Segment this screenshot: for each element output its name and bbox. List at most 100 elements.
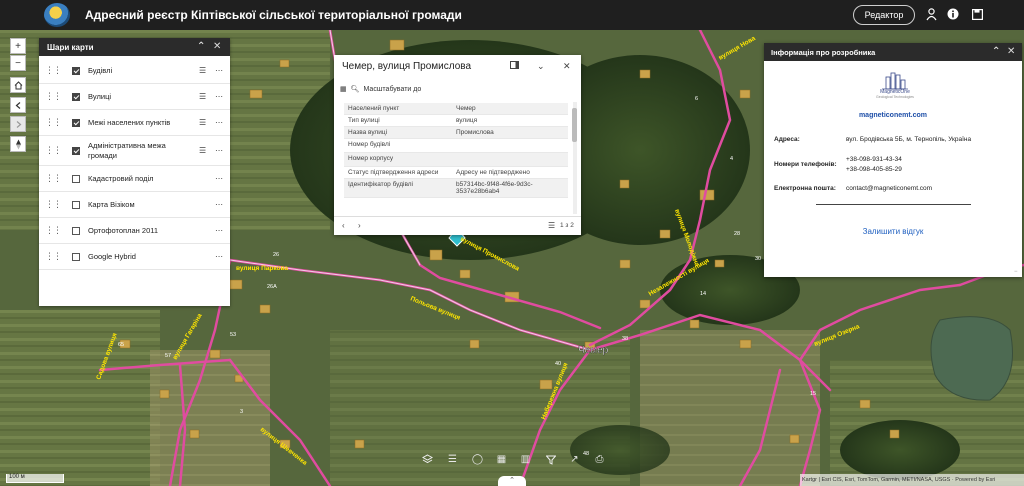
layer-name: Вулиці	[88, 91, 112, 101]
zoom-in-button[interactable]: +	[10, 38, 26, 54]
developer-info-panel: Інформація про розробника ⌃ ✕ MagneticOn…	[764, 43, 1022, 277]
basemap-icon[interactable]: ▦	[494, 452, 509, 467]
drag-handle-icon[interactable]: ⋮⋮	[45, 117, 62, 128]
house-number: 28	[734, 231, 740, 237]
layer-visibility-checkbox[interactable]	[72, 226, 80, 235]
layer-row-streets[interactable]: ⋮⋮ Вулиці ☰ ⋯	[39, 84, 230, 110]
legend-icon[interactable]: ☰	[199, 118, 206, 127]
phone-2[interactable]: +38-098-405-85-29	[846, 166, 902, 173]
phone-1[interactable]: +38-098-931-43-34	[846, 156, 902, 163]
layer-name: Будівлі	[88, 65, 113, 75]
editor-button[interactable]: Редактор	[853, 5, 915, 25]
layer-row-admin-boundary[interactable]: ⋮⋮ Адміністративна межа громади ☰ ⋯	[39, 136, 230, 166]
layer-list-header: Шари карти ⌃ ✕	[39, 38, 230, 56]
close-icon[interactable]: ✕	[213, 41, 221, 52]
layer-row-cadastre[interactable]: ⋮⋮ Кадастровий поділ ⋯	[39, 166, 230, 192]
house-number: 30	[755, 256, 761, 262]
website-link[interactable]: magneticonemt.com	[764, 112, 1022, 119]
share-icon[interactable]: ↗	[567, 452, 582, 467]
layer-name: Ортофотоплан 2011	[88, 225, 159, 235]
layers-icon[interactable]	[420, 452, 435, 467]
phones-label: Номери телефонів:	[774, 161, 837, 168]
collapse-popup-icon[interactable]: ⌄	[537, 61, 545, 72]
list-icon[interactable]: ☰	[445, 452, 460, 467]
house-number: 15	[810, 391, 816, 397]
layer-row-buildings[interactable]: ⋮⋮ Будівлі ☰ ⋯	[39, 58, 230, 84]
layer-name: Межі населених пунктів	[88, 117, 171, 127]
legend-icon[interactable]: ☰	[199, 92, 206, 101]
previous-extent-button[interactable]	[10, 97, 26, 113]
drag-handle-icon[interactable]: ⋮⋮	[45, 199, 62, 210]
house-number: 48	[583, 451, 589, 457]
layer-visibility-checkbox[interactable]	[72, 92, 80, 101]
grid-icon[interactable]: ▦	[340, 85, 347, 93]
drag-handle-icon[interactable]: ⋮⋮	[45, 91, 62, 102]
layer-row-google-hybrid[interactable]: ⋮⋮ Google Hybrid ⋯	[39, 244, 230, 270]
feature-list-icon[interactable]: ☰	[548, 221, 555, 230]
drag-handle-icon[interactable]: ⋮⋮	[45, 173, 62, 184]
address-value: вул. Бродівська 5Б, м. Тернопіль, Україн…	[846, 136, 972, 143]
house-number: 3	[240, 409, 243, 415]
layer-visibility-checkbox[interactable]	[72, 66, 80, 75]
home-button[interactable]	[10, 77, 26, 93]
app-header: Адресний реєстр Кіптівської сільської те…	[0, 0, 1024, 30]
drag-handle-icon[interactable]: ⋮⋮	[45, 65, 62, 76]
map-attribution: Kartgr | Esri CIS, Esri, TomTom, Garmin,…	[800, 474, 1024, 486]
drag-handle-icon[interactable]: ⋮⋮	[45, 145, 62, 156]
forward-icon	[16, 120, 21, 128]
print-icon[interactable]: ⎙	[592, 452, 607, 467]
table-row: Статус підтвердження адреси Адресу не під…	[344, 166, 568, 179]
legend-icon[interactable]: ☰	[199, 146, 206, 155]
collapse-icon[interactable]: ⌃	[197, 41, 205, 52]
layer-list-title: Шари карти	[47, 42, 94, 52]
house-number: 65	[118, 342, 124, 348]
feature-popup: Чемер, вулиця Промислова ⌄ ✕ ▦ 🔍︎ Масшта…	[334, 55, 581, 235]
filter-icon[interactable]	[543, 452, 558, 467]
person-icon[interactable]	[924, 7, 938, 21]
measure-icon[interactable]: ◯	[470, 452, 485, 467]
house-number: 40	[555, 361, 561, 367]
compass-button[interactable]	[10, 136, 26, 152]
drag-handle-icon[interactable]: ⋮⋮	[45, 251, 62, 262]
more-options-icon[interactable]: ⋯	[215, 92, 223, 101]
house-number: 53	[230, 332, 236, 338]
resize-handle-icon[interactable]: −	[1014, 269, 1018, 275]
layer-visibility-checkbox[interactable]	[72, 118, 80, 127]
layer-visibility-checkbox[interactable]	[72, 200, 80, 209]
more-options-icon[interactable]: ⋯	[215, 200, 223, 209]
close-popup-icon[interactable]: ✕	[563, 61, 571, 72]
home-icon	[14, 80, 22, 89]
next-feature-icon[interactable]: ›	[358, 221, 361, 230]
table-row: Номер будівлі	[344, 138, 568, 153]
table-icon[interactable]: ▥	[518, 452, 533, 467]
save-icon[interactable]	[970, 7, 984, 21]
legend-icon[interactable]: ☰	[199, 66, 206, 75]
info-icon[interactable]	[946, 7, 960, 21]
collapse-icon[interactable]: ⌃	[992, 46, 1000, 57]
popup-scroll-thumb[interactable]	[572, 108, 577, 142]
close-icon[interactable]: ✕	[1007, 46, 1015, 57]
layer-row-orthophoto[interactable]: ⋮⋮ Ортофотоплан 2011 ⋯	[39, 218, 230, 244]
zoom-to-action[interactable]: ▦ 🔍︎ Масштабувати до	[340, 85, 421, 94]
layer-row-settlement-boundaries[interactable]: ⋮⋮ Межі населених пунктів ☰ ⋯	[39, 110, 230, 136]
zoom-out-button[interactable]: −	[10, 55, 26, 71]
more-options-icon[interactable]: ⋯	[215, 146, 223, 155]
popup-title: Чемер, вулиця Промислова	[342, 61, 472, 72]
layer-visibility-checkbox[interactable]	[72, 174, 80, 183]
feedback-link[interactable]: Залишити відгук	[764, 227, 1022, 236]
zoom-icon: 🔍︎	[350, 86, 360, 93]
dock-icon[interactable]	[510, 61, 519, 71]
more-options-icon[interactable]: ⋯	[215, 174, 223, 183]
layer-visibility-checkbox[interactable]	[72, 252, 80, 261]
more-options-icon[interactable]: ⋯	[215, 118, 223, 127]
more-options-icon[interactable]: ⋯	[215, 226, 223, 235]
previous-feature-icon[interactable]: ‹	[342, 221, 345, 230]
next-extent-button[interactable]	[10, 116, 26, 132]
drag-handle-icon[interactable]: ⋮⋮	[45, 225, 62, 236]
more-options-icon[interactable]: ⋯	[215, 252, 223, 261]
more-options-icon[interactable]: ⋯	[215, 66, 223, 75]
expand-toolbar-handle[interactable]: ⌃	[498, 476, 526, 486]
layer-row-visicom-map[interactable]: ⋮⋮ Карта Візіком ⋯	[39, 192, 230, 218]
layer-visibility-checkbox[interactable]	[72, 146, 80, 155]
email-value[interactable]: contact@magneticonemt.com	[846, 185, 932, 192]
